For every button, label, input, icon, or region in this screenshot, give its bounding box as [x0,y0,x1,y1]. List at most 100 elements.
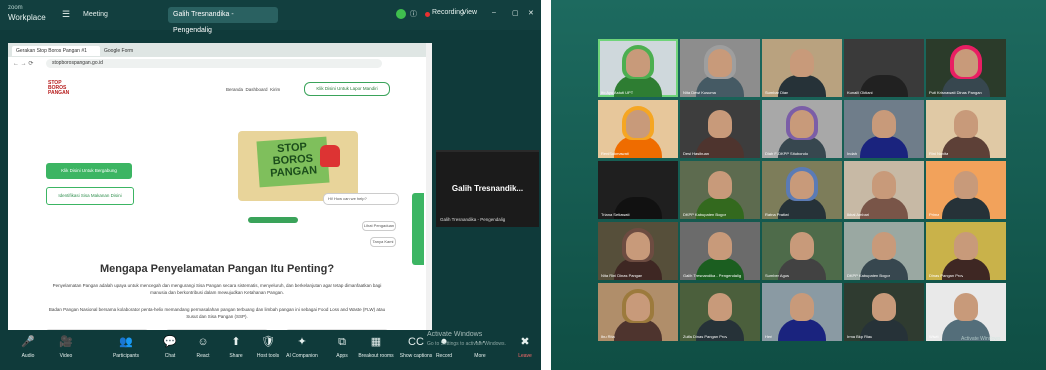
participant-tile[interactable]: Triana Setiawati [598,161,678,219]
participants-button[interactable]: 👥 Participants [106,332,146,370]
participant-name: Ifo Ayu Astuti UPT [601,90,634,95]
participant-tile[interactable]: Kunaili Oktiani [844,39,924,97]
nav-beranda[interactable]: Beranda [226,87,243,92]
participant-tile[interactable]: Sumbar Dian [762,39,842,97]
view-button[interactable]: View [462,9,477,16]
participant-tile[interactable]: DKPP Kabupaten Bogor [680,161,760,219]
participant-tile[interactable]: Nita Dewi Kusuma [680,39,760,97]
leave-icon: ✖ [520,336,530,348]
gallery-view-window: Ifo Ayu Astuti UPT Nita Dewi Kusuma Sumbar… [551,0,1046,370]
feedback-side-tab[interactable] [412,193,424,265]
participant-tile[interactable]: Ifo Ayu Astuti UPT [598,39,678,97]
recording-status[interactable]: Recording [432,9,464,16]
participant-tile[interactable]: Desi Hasibuan [680,100,760,158]
participant-face [872,232,896,260]
participant-face [954,110,978,138]
participant-face [872,171,896,199]
nav-kirim[interactable]: Kirim [270,87,280,92]
participant-name: Irma Bkp Riau [847,334,873,339]
self-view-label: Galih Tresnandika - Pengendalig [440,217,506,222]
windows-watermark: Activate Windows [427,331,483,338]
security-shield-icon[interactable] [396,9,406,19]
participant-tile[interactable]: Prima [926,161,1006,219]
section-paragraph-2: Badan Pangan Nasional bersama kolaborato… [48,307,386,319]
feature-card[interactable] [166,329,268,330]
browser-tab-active[interactable]: Gerakan Stop Boros Pangan #1 [12,46,100,56]
participant-face [790,232,814,260]
breakout-rooms-button[interactable]: ▦ Breakout rooms [356,332,396,370]
tab-screen-share[interactable]: Galih Tresnandika - Pengendalig [168,7,278,34]
participant-tile[interactable]: Galih Tresnandika - Pengendalig [680,222,760,280]
participant-tile[interactable]: DKPP Kabupaten Bogor [844,222,924,280]
participant-face [790,49,814,77]
menu-icon[interactable]: ☰ [62,9,70,20]
tab-label: Galih Tresnandika - Pengendalig [173,11,234,34]
participant-face [708,110,732,138]
browser-tab[interactable]: Google Form [100,46,168,56]
windows-watermark: Activate Windows [961,336,1001,342]
join-button[interactable]: Klik Disini Untuk Bergabung [46,163,132,179]
browser-nav-icons[interactable]: ← → ⟳ [13,60,33,67]
close-icon[interactable]: ✕ [528,9,534,17]
scrollbar[interactable] [426,43,432,330]
feature-card[interactable] [46,329,148,330]
info-icon[interactable]: ⓘ [410,9,417,19]
self-view-tile[interactable]: Galih Tresnandik... Galih Tresnandika - … [436,150,539,227]
participant-name: DKPP Kabupaten Bogor [847,273,891,278]
chat-option-complaint[interactable]: Lihat Pengaduan [362,221,396,231]
participant-name: Indah [847,151,858,156]
tab-meeting[interactable]: Meeting [78,7,148,23]
participant-body [860,136,908,158]
participant-tile[interactable]: Ibu Rita [598,283,678,341]
feature-cards [46,329,388,330]
participant-tile[interactable]: Diah F-DKPP Situbondo [762,100,842,158]
participant-tile[interactable]: Rini Novita [926,100,1006,158]
participant-face [954,171,978,199]
participant-tile[interactable]: Zulfa Dinas Pangan Prov [680,283,760,341]
participant-face [954,49,978,77]
ai-companion-button[interactable]: ✦ AI Companion [282,332,322,370]
participant-tile[interactable]: Sumber Agus [762,222,842,280]
participant-name: Ibu Rita [601,334,615,339]
participant-face [708,293,732,321]
participant-tile[interactable]: Ratna Pratiwi [762,161,842,219]
participant-tile[interactable]: Irma Bkp Riau [844,283,924,341]
toolbar-label: Breakout rooms [358,353,394,359]
participant-name: Nita Dewi Kusuma [683,90,716,95]
participant-tile[interactable]: Dinas Pangan Prov [926,222,1006,280]
nav-dashboard[interactable]: Dashboard [246,87,268,92]
stop-boros-pangan-sign: STOP BOROS PANGAN [256,136,330,188]
zoom-brand: zoom [8,5,23,11]
participant-face [708,49,732,77]
participant-tile[interactable]: ReniSukmawati [598,100,678,158]
leave-button[interactable]: ✖ Leave [505,332,541,370]
participant-name: Kunaili Oktiani [847,90,873,95]
red-hand-icon [320,145,340,167]
url-field[interactable]: stopborospangan.go.id [46,59,382,68]
participant-tile[interactable]: Heri [762,283,842,341]
chat-widget-prompt[interactable]: Hi! How can we help? [323,193,399,205]
participant-tile[interactable]: Nita Rini Dinas Pangan [598,222,678,280]
participant-tile[interactable]: Puti Krisnawati Dinas Pangan [926,39,1006,97]
participant-tile[interactable]: Indah [844,100,924,158]
identify-leftovers-button[interactable]: Identifikasi Sisa Makanan Disini [46,187,134,205]
zoom-logo: zoom Workplace [8,4,46,22]
restore-icon[interactable]: ▢ [512,9,519,17]
breakout-rooms-icon: ▦ [370,336,382,348]
toolbar-label: More [474,353,486,359]
browser-address-bar: ← → ⟳ stopborospangan.go.id [8,57,426,72]
participant-body [942,136,990,158]
participant-tile[interactable]: Ikbal Ambari [844,161,924,219]
zoom-app-name: Workplace [8,13,46,22]
site-logo[interactable]: STOP BOROS PANGAN [48,81,70,97]
lapor-mandiri-button[interactable]: Klik Disini Untuk Lapor Mandiri [304,82,390,96]
feature-card[interactable] [286,329,388,330]
minimize-icon[interactable]: – [492,9,496,16]
video-button[interactable]: 🎥 Video [46,332,86,370]
chat-option-ask[interactable]: Tanya Kami [370,237,396,247]
participant-tile[interactable]: Wiwit [926,283,1006,341]
participant-face [954,232,978,260]
participant-name: Triana Setiawati [601,212,630,217]
browser-tab-label: Google Form [104,48,134,54]
audio-button[interactable]: 🎤 Audio [8,332,48,370]
